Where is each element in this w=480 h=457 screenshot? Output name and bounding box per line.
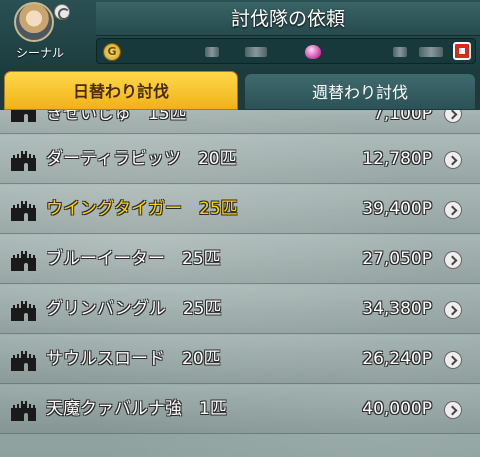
quest-list[interactable]: きせいじゅ 15匹 7,100P ダーティラビッツ 20匹 12,780P ウイングタイ… [0, 110, 480, 457]
currency-bar: G [96, 38, 476, 64]
quest-reward: 12,780P [362, 149, 432, 169]
chevron-right-icon[interactable] [444, 401, 462, 419]
quest-row[interactable]: ウイングタイガー 25匹 39,400P [0, 185, 480, 234]
quest-name: ブルーイーター 25匹 [46, 249, 221, 269]
quest-reward: 7,100P [373, 110, 432, 124]
gold-coin-icon: G [103, 43, 121, 61]
quest-name: グリンバングル 25匹 [46, 299, 222, 319]
avatar[interactable] [14, 2, 54, 42]
quest-reward: 27,050P [362, 249, 432, 269]
castle-icon [10, 249, 36, 271]
quest-row[interactable]: ブルーイーター 25匹 27,050P [0, 235, 480, 284]
chevron-right-icon[interactable] [444, 251, 462, 269]
castle-icon [10, 299, 36, 321]
add-gems-button[interactable] [453, 42, 471, 60]
quest-name: ダーティラビッツ 20匹 [46, 149, 237, 169]
castle-icon [10, 199, 36, 221]
chevron-right-icon[interactable] [444, 151, 462, 169]
tab-weekly[interactable]: 週替わり討伐 [244, 73, 476, 110]
player-name: シーナル [15, 46, 64, 60]
slime-gem-icon [303, 42, 323, 62]
quest-name: サウルスロード 20匹 [46, 349, 221, 369]
header: 討伐隊の依頼 シーナル G [0, 0, 480, 68]
quest-reward: 26,240P [362, 349, 432, 369]
castle-icon [10, 110, 36, 122]
tab-daily[interactable]: 日替わり討伐 [4, 71, 238, 110]
quest-name: ウイングタイガー 25匹 [46, 199, 238, 219]
quest-row[interactable]: グリンバングル 25匹 34,380P [0, 285, 480, 334]
gold-value-blurred [205, 47, 219, 57]
quest-row[interactable]: ダーティラビッツ 20匹 12,780P [0, 135, 480, 184]
quest-row[interactable]: きせいじゅ 15匹 7,100P [0, 110, 480, 134]
player-profile[interactable]: シーナル [8, 2, 72, 66]
quest-reward: 39,400P [362, 199, 432, 219]
castle-icon [10, 349, 36, 371]
quest-reward: 34,380P [362, 299, 432, 319]
page-title: 討伐隊の依頼 [230, 8, 345, 30]
quest-reward: 40,000P [362, 399, 432, 419]
quest-name: きせいじゅ 15匹 [46, 110, 187, 124]
quest-row[interactable]: サウルスロード 20匹 26,240P [0, 335, 480, 384]
chevron-right-icon[interactable] [444, 201, 462, 219]
quest-row[interactable]: 天魔クァバルナ強 1匹 40,000P [0, 385, 480, 434]
castle-icon [10, 149, 36, 171]
castle-icon [10, 399, 36, 421]
gold-value-blurred [245, 47, 267, 57]
refresh-icon[interactable] [54, 4, 70, 20]
gem-value [393, 43, 443, 61]
chevron-right-icon[interactable] [444, 110, 462, 123]
chevron-right-icon[interactable] [444, 301, 462, 319]
quest-list-inner: きせいじゅ 15匹 7,100P ダーティラビッツ 20匹 12,780P ウイングタイ… [0, 110, 480, 435]
quest-name: 天魔クァバルナ強 1匹 [46, 399, 227, 419]
chevron-right-icon[interactable] [444, 351, 462, 369]
